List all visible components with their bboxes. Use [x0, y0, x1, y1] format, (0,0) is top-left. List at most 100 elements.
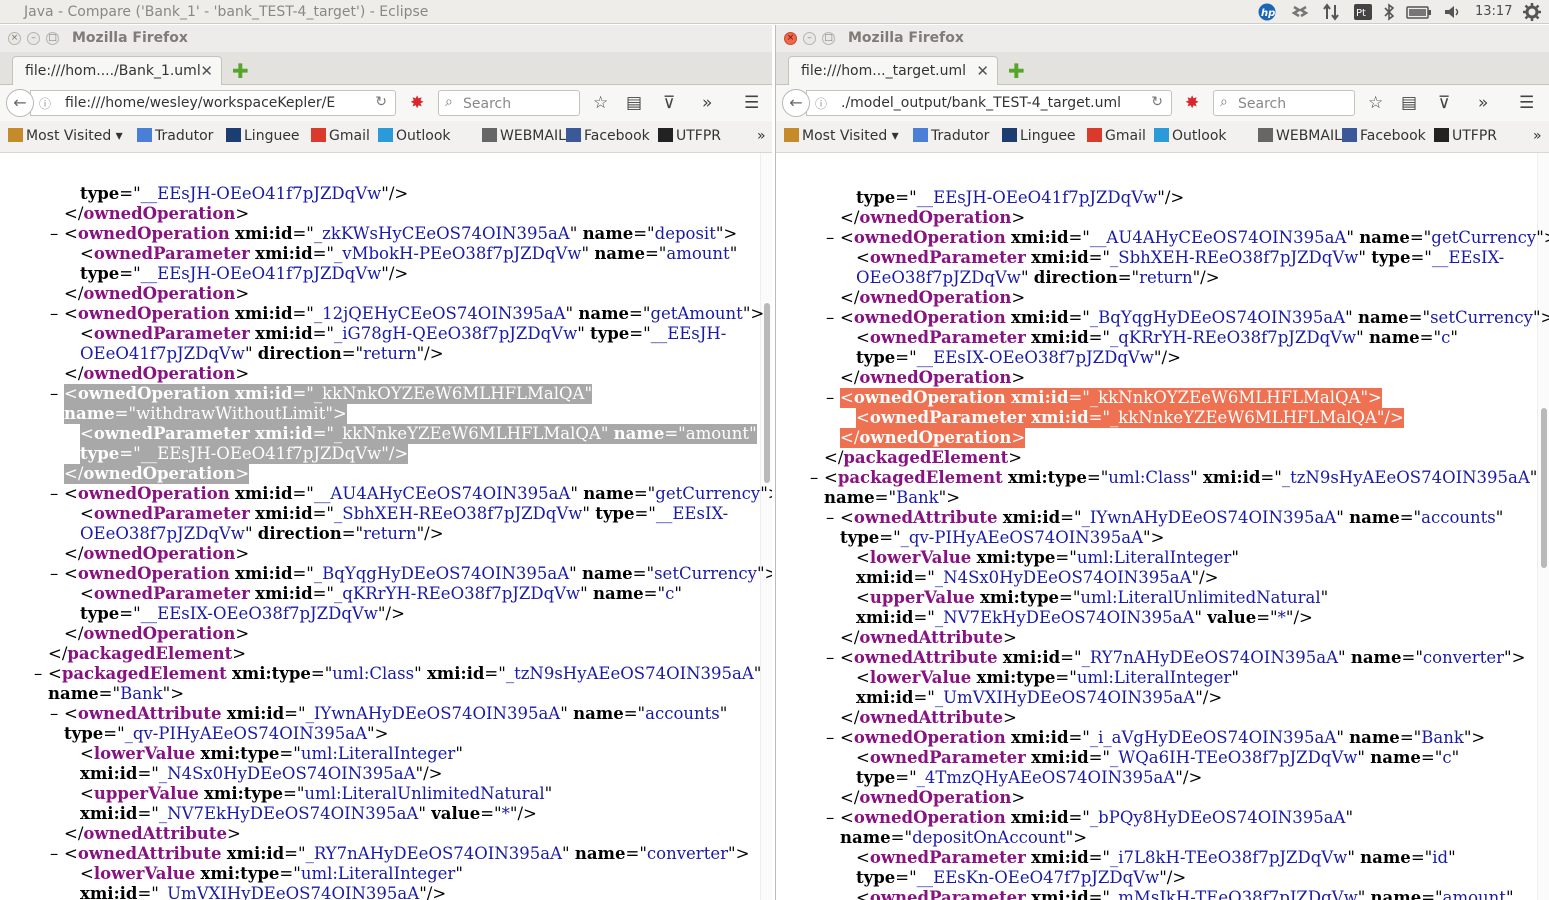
xml-punct: ="	[1068, 308, 1090, 327]
network-icon[interactable]	[1322, 3, 1340, 21]
bookmark-outlook[interactable]: Outlook	[378, 128, 451, 144]
new-tab-icon[interactable]: ✚	[1008, 59, 1025, 83]
bookmark-facebook[interactable]: Facebook	[1342, 128, 1426, 144]
reading-list-icon[interactable]: ▤	[626, 93, 642, 113]
collapse-toggle[interactable]: –	[34, 664, 42, 684]
collapse-toggle[interactable]: –	[826, 228, 834, 248]
bookmark-tradutor[interactable]: Tradutor	[137, 128, 213, 144]
scrollbar-thumb[interactable]	[764, 303, 770, 483]
xml-attr: xmi:id	[255, 324, 313, 343]
bookmark-facebook[interactable]: Facebook	[566, 128, 650, 144]
xml-punct: "	[1495, 508, 1504, 527]
translate-icon	[137, 128, 152, 142]
bookmark-most-visited[interactable]: Most Visited ▾	[784, 128, 899, 144]
collapse-toggle[interactable]: –	[50, 844, 58, 864]
xml-attr: name	[1359, 228, 1410, 247]
pocket-icon[interactable]: ⊽	[663, 93, 675, 113]
dropbox-icon[interactable]	[1290, 3, 1310, 21]
new-tab-icon[interactable]: ✚	[232, 59, 249, 83]
xml-value: __EEsIX-	[655, 504, 729, 523]
xml-attr: direction	[1033, 268, 1118, 287]
back-button[interactable]: ←	[782, 89, 810, 117]
collapse-toggle[interactable]: –	[826, 508, 834, 528]
collapse-toggle[interactable]: –	[50, 224, 58, 244]
collapse-toggle[interactable]: –	[826, 388, 834, 408]
reload-icon[interactable]: ↻	[1151, 94, 1163, 110]
bookmark-linguee[interactable]: Linguee	[1002, 128, 1076, 144]
xml-punct: ="	[634, 504, 656, 523]
scrollbar[interactable]	[1537, 153, 1549, 900]
maximize-button[interactable]: □	[46, 32, 59, 45]
collapse-toggle[interactable]: –	[826, 728, 834, 748]
collapse-toggle[interactable]: –	[50, 484, 58, 504]
minimize-button[interactable]: –	[27, 32, 40, 45]
collapse-toggle[interactable]: –	[826, 308, 834, 328]
collapse-toggle[interactable]: –	[826, 648, 834, 668]
bookmark-outlook[interactable]: Outlook	[1154, 128, 1227, 144]
xml-punct: </	[840, 428, 860, 447]
info-icon[interactable]: ⓘ	[39, 95, 51, 112]
bookmark-tradutor[interactable]: Tradutor	[913, 128, 989, 144]
collapse-toggle[interactable]: –	[810, 468, 818, 488]
search-box[interactable]: ⌕ Search	[1213, 90, 1355, 116]
collapse-toggle[interactable]: –	[50, 704, 58, 724]
tab-bank-test-4-target[interactable]: file:///hom..._target.uml ✕	[788, 56, 998, 86]
facebook-icon	[566, 128, 581, 142]
tab-close-icon[interactable]: ✕	[200, 62, 213, 80]
bookmarks-overflow-icon[interactable]: »	[757, 128, 766, 144]
scrollbar-thumb[interactable]	[1541, 408, 1547, 568]
collapse-toggle[interactable]: –	[50, 304, 58, 324]
pt-keyboard-icon[interactable]: Pt	[1353, 3, 1373, 21]
battery-icon[interactable]	[1406, 3, 1432, 21]
back-button[interactable]: ←	[6, 89, 34, 117]
xml-tag: ownedAttribute	[859, 628, 1004, 647]
pocket-icon[interactable]: ⊽	[1438, 93, 1450, 113]
xml-punct: ="	[1088, 888, 1111, 900]
maximize-button[interactable]: □	[822, 32, 835, 45]
scrollbar[interactable]	[760, 153, 772, 900]
bookmark-utfpr[interactable]: UTFPR	[1434, 128, 1497, 144]
gear-icon[interactable]	[1523, 3, 1541, 21]
bookmark-webmail[interactable]: WEBMAIL	[1258, 128, 1342, 144]
url-bar[interactable]: ⓘ ./model_output/bank_TEST-4_target.uml …	[806, 90, 1172, 116]
minimize-button[interactable]: –	[803, 32, 816, 45]
url-text[interactable]: ./model_output/bank_TEST-4_target.uml	[841, 95, 1141, 111]
reading-list-icon[interactable]: ▤	[1401, 93, 1417, 113]
tab-close-icon[interactable]: ✕	[976, 62, 989, 80]
bookmark-star-icon[interactable]: ☆	[1368, 93, 1383, 113]
bookmark-webmail[interactable]: WEBMAIL	[482, 128, 566, 144]
overflow-chevron-icon[interactable]: »	[702, 93, 712, 113]
addon-icon[interactable]: ✸	[1185, 93, 1199, 113]
xml-tag: ownedOperation	[77, 384, 230, 403]
xml-value: _RY7nAHyDEeOS74OIN395aA	[305, 844, 562, 863]
bookmark-gmail[interactable]: Gmail	[311, 128, 370, 144]
menu-icon[interactable]: ☰	[744, 93, 759, 113]
search-box[interactable]: ⌕ Search	[438, 90, 580, 116]
url-bar[interactable]: ⓘ file:///home/wesley/workspaceKepler/E …	[30, 90, 396, 116]
reload-icon[interactable]: ↻	[375, 94, 387, 110]
bookmark-utfpr[interactable]: UTFPR	[658, 128, 721, 144]
menu-icon[interactable]: ☰	[1519, 93, 1534, 113]
info-icon[interactable]: ⓘ	[815, 95, 827, 112]
volume-icon[interactable]	[1443, 3, 1463, 21]
addon-icon[interactable]: ✸	[410, 93, 424, 113]
collapse-toggle[interactable]: –	[50, 384, 58, 404]
hp-icon[interactable]: hp	[1256, 3, 1278, 21]
url-text[interactable]: file:///home/wesley/workspaceKepler/E	[65, 95, 365, 111]
bookmark-star-icon[interactable]: ☆	[593, 93, 608, 113]
bluetooth-icon[interactable]	[1383, 3, 1395, 21]
overflow-chevron-icon[interactable]: »	[1478, 93, 1488, 113]
collapse-toggle[interactable]: –	[50, 564, 58, 584]
clock[interactable]: 13:17	[1475, 4, 1512, 19]
xml-value: __EEsJH-OEeO41f7pJZDqVw	[140, 264, 382, 283]
xml-line: name="Bank">	[48, 684, 184, 704]
collapse-toggle[interactable]: –	[826, 808, 834, 828]
bookmark-linguee[interactable]: Linguee	[226, 128, 300, 144]
bookmarks-overflow-icon[interactable]: »	[1533, 128, 1542, 144]
tab-bank-1[interactable]: file:///hom..../Bank_1.uml ✕	[12, 56, 222, 86]
bookmark-gmail[interactable]: Gmail	[1087, 128, 1146, 144]
close-button[interactable]: ×	[8, 32, 21, 45]
bookmark-most-visited[interactable]: Most Visited ▾	[8, 128, 123, 144]
close-button[interactable]: ×	[784, 32, 797, 45]
xml-attr: type	[595, 504, 635, 523]
